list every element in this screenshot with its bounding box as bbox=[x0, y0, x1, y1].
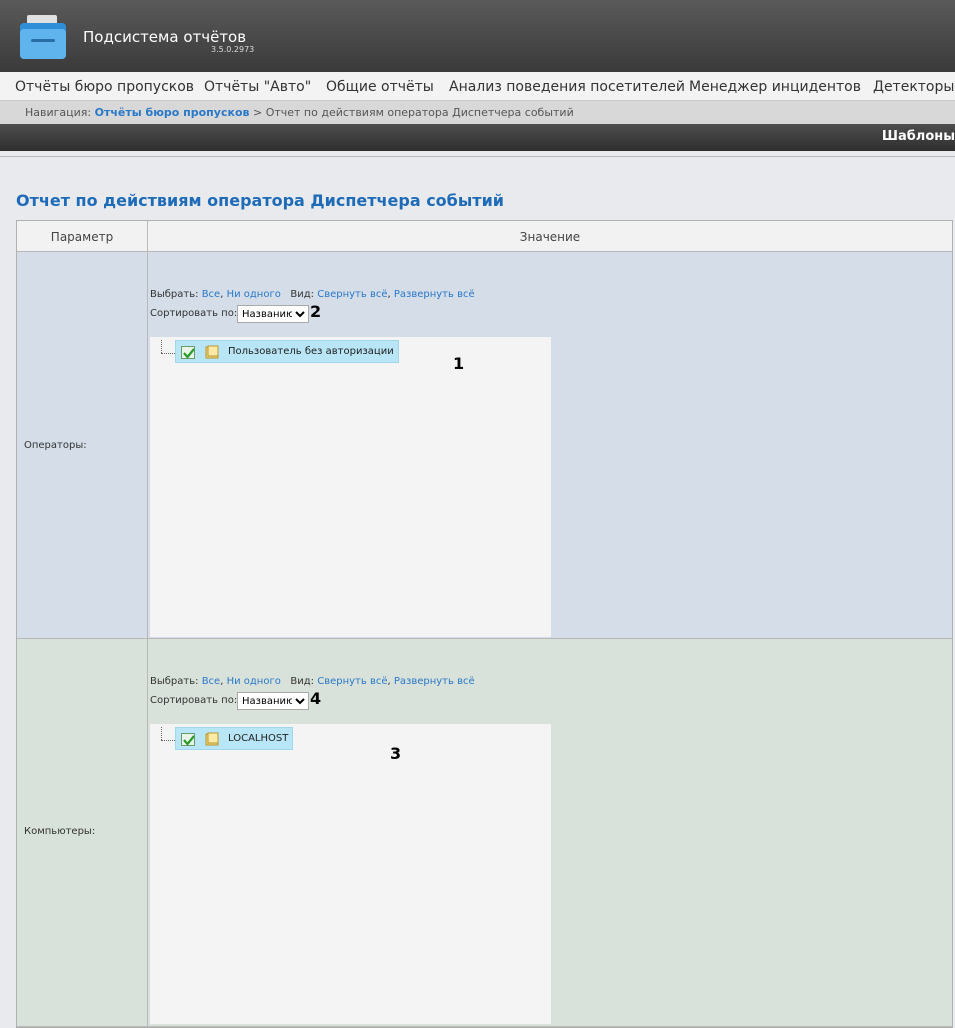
sort-label: Сортировать по: bbox=[150, 308, 238, 319]
column-header-parameter: Параметр bbox=[17, 221, 148, 252]
view-label: Вид: bbox=[290, 676, 315, 687]
menu-item-auto[interactable]: Отчёты "Авто" bbox=[204, 79, 311, 95]
tree-line bbox=[161, 740, 175, 741]
tree-line bbox=[161, 727, 162, 740]
operators-label: Операторы: bbox=[24, 440, 87, 451]
computers-tree[interactable]: LOCALHOST 3 bbox=[150, 724, 551, 1024]
computers-sort-select[interactable]: Названию bbox=[237, 692, 309, 710]
tree-line bbox=[161, 353, 175, 354]
app-version: 3.5.0.2973 bbox=[211, 45, 255, 54]
page-title: Отчет по действиям оператора Диспетчера … bbox=[16, 191, 504, 210]
app-header: Подсистема отчётов 3.5.0.2973 bbox=[0, 0, 955, 72]
param-cell: Компьютеры: bbox=[17, 639, 148, 1026]
operators-select-controls: Выбрать: Все, Ни одного Вид: Свернуть вс… bbox=[150, 289, 475, 300]
operators-collapse-all-link[interactable]: Свернуть всё bbox=[317, 289, 387, 300]
menu-item-pass-office[interactable]: Отчёты бюро пропусков bbox=[15, 79, 194, 95]
computers-select-all-link[interactable]: Все bbox=[202, 676, 221, 687]
templates-link[interactable]: Шаблоны bbox=[882, 129, 955, 144]
computers-collapse-all-link[interactable]: Свернуть всё bbox=[317, 676, 387, 687]
tree-node-computer[interactable]: LOCALHOST bbox=[175, 727, 294, 750]
operators-expand-all-link[interactable]: Развернуть всё bbox=[394, 289, 475, 300]
folder-logo-icon bbox=[20, 15, 66, 59]
menu-item-visitor-behavior[interactable]: Анализ поведения посетителей bbox=[449, 79, 685, 95]
annotation-marker-1: 1 bbox=[453, 354, 465, 373]
annotation-marker-3: 3 bbox=[390, 744, 402, 763]
menu-item-general[interactable]: Общие отчёты bbox=[326, 79, 434, 95]
folder-icon bbox=[205, 345, 219, 359]
operators-sort-row: Сортировать по: Названию bbox=[150, 305, 309, 323]
table-row-computers: Компьютеры: Выбрать: Все, Ни одного Вид:… bbox=[17, 639, 952, 1027]
computers-sort-row: Сортировать по: Названию bbox=[150, 692, 309, 710]
tree-node-operator[interactable]: Пользователь без авторизации bbox=[175, 340, 399, 363]
operators-select-all-link[interactable]: Все bbox=[202, 289, 221, 300]
param-cell: Операторы: bbox=[17, 252, 148, 638]
menu-item-detectors[interactable]: Детекторы г bbox=[873, 79, 955, 95]
operators-sort-select[interactable]: Названию bbox=[237, 305, 309, 323]
parameters-table: Параметр Значение Операторы: Выбрать: Вс… bbox=[16, 220, 953, 1028]
select-label: Выбрать: bbox=[150, 289, 199, 300]
breadcrumb-current: Отчет по действиям оператора Диспетчера … bbox=[265, 106, 574, 119]
folder-icon bbox=[205, 732, 219, 746]
toolbar: Шаблоны bbox=[0, 124, 955, 151]
tree-line bbox=[161, 340, 162, 353]
operators-tree[interactable]: Пользователь без авторизации 1 bbox=[150, 337, 551, 637]
computers-label: Компьютеры: bbox=[24, 826, 96, 837]
breadcrumb-separator: > bbox=[252, 106, 263, 119]
breadcrumb-link[interactable]: Отчёты бюро пропусков bbox=[95, 106, 250, 119]
checkbox-checked-icon[interactable] bbox=[181, 346, 195, 359]
operators-select-none-link[interactable]: Ни одного bbox=[227, 289, 281, 300]
computers-expand-all-link[interactable]: Развернуть всё bbox=[394, 676, 475, 687]
view-label: Вид: bbox=[290, 289, 315, 300]
column-header-value: Значение bbox=[148, 221, 952, 252]
tree-node-label: Пользователь без авторизации bbox=[228, 346, 394, 357]
computers-select-none-link[interactable]: Ни одного bbox=[227, 676, 281, 687]
annotation-marker-2: 2 bbox=[310, 302, 322, 321]
menu-item-incident-manager[interactable]: Менеджер инцидентов bbox=[689, 79, 861, 95]
tree-node-label: LOCALHOST bbox=[228, 733, 289, 744]
main-menu: Отчёты бюро пропусков Отчёты "Авто" Общи… bbox=[0, 72, 955, 101]
computers-select-controls: Выбрать: Все, Ни одного Вид: Свернуть вс… bbox=[150, 676, 475, 687]
table-row-operators: Операторы: Выбрать: Все, Ни одного Вид: … bbox=[17, 252, 952, 639]
sort-label: Сортировать по: bbox=[150, 695, 238, 706]
app-title: Подсистема отчётов bbox=[83, 28, 247, 46]
select-label: Выбрать: bbox=[150, 676, 199, 687]
breadcrumb: Навигация: Отчёты бюро пропусков > Отчет… bbox=[0, 101, 955, 124]
divider bbox=[0, 156, 955, 157]
breadcrumb-prefix: Навигация: bbox=[25, 106, 92, 119]
checkbox-checked-icon[interactable] bbox=[181, 733, 195, 746]
annotation-marker-4: 4 bbox=[310, 689, 322, 708]
